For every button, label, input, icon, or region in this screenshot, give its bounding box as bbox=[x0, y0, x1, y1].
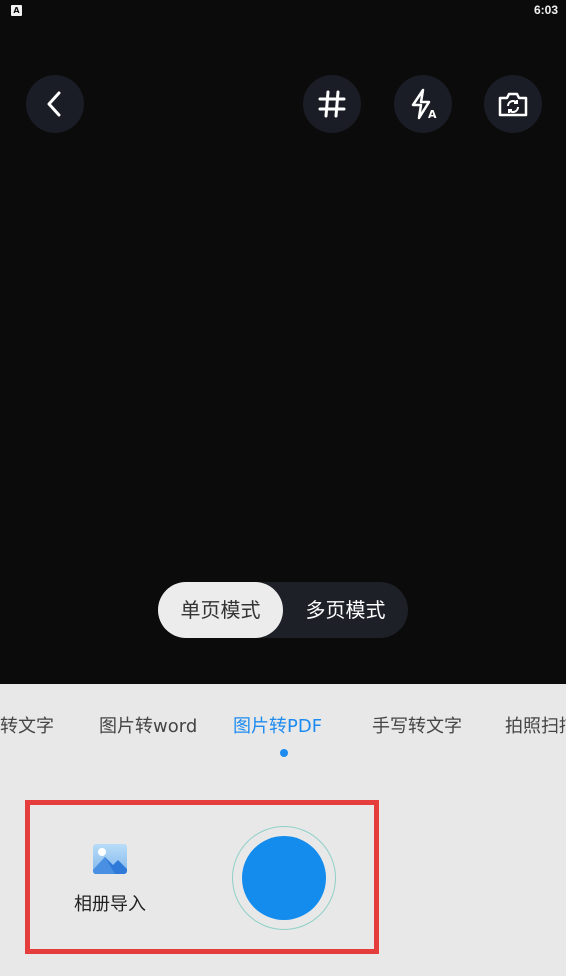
back-button[interactable] bbox=[26, 75, 84, 133]
album-import-button[interactable]: 相册导入 bbox=[70, 840, 150, 916]
mode-toggle: 单页模式 多页模式 bbox=[158, 582, 408, 638]
flash-auto-icon: A bbox=[411, 88, 437, 120]
grid-icon bbox=[318, 90, 346, 118]
tab-to-text[interactable]: 转文字 bbox=[0, 712, 54, 738]
active-tab-indicator bbox=[280, 749, 288, 757]
shutter-button[interactable] bbox=[242, 836, 326, 920]
grid-button[interactable] bbox=[303, 75, 361, 133]
multi-page-mode-button[interactable]: 多页模式 bbox=[283, 582, 408, 638]
status-time: 6:03 bbox=[533, 3, 558, 17]
tab-photo-scan[interactable]: 拍照扫描 bbox=[505, 712, 566, 738]
svg-text:A: A bbox=[428, 108, 437, 120]
image-icon bbox=[93, 844, 127, 874]
camera-preview: A 6:03 A 单页模式 多页模式 bbox=[0, 0, 566, 684]
album-import-label: 相册导入 bbox=[74, 894, 146, 915]
tab-handwriting-to-text[interactable]: 手写转文字 bbox=[372, 712, 462, 738]
flip-camera-icon bbox=[498, 92, 528, 117]
tab-image-to-pdf[interactable]: 图片转PDF bbox=[233, 712, 322, 738]
single-page-mode-button[interactable]: 单页模式 bbox=[158, 582, 283, 638]
flip-camera-button[interactable] bbox=[484, 75, 542, 133]
tab-image-to-word[interactable]: 图片转word bbox=[99, 712, 197, 738]
status-indicator-icon: A bbox=[11, 5, 22, 16]
flash-button[interactable]: A bbox=[394, 75, 452, 133]
back-icon bbox=[47, 91, 61, 117]
shutter-ring bbox=[232, 826, 336, 930]
